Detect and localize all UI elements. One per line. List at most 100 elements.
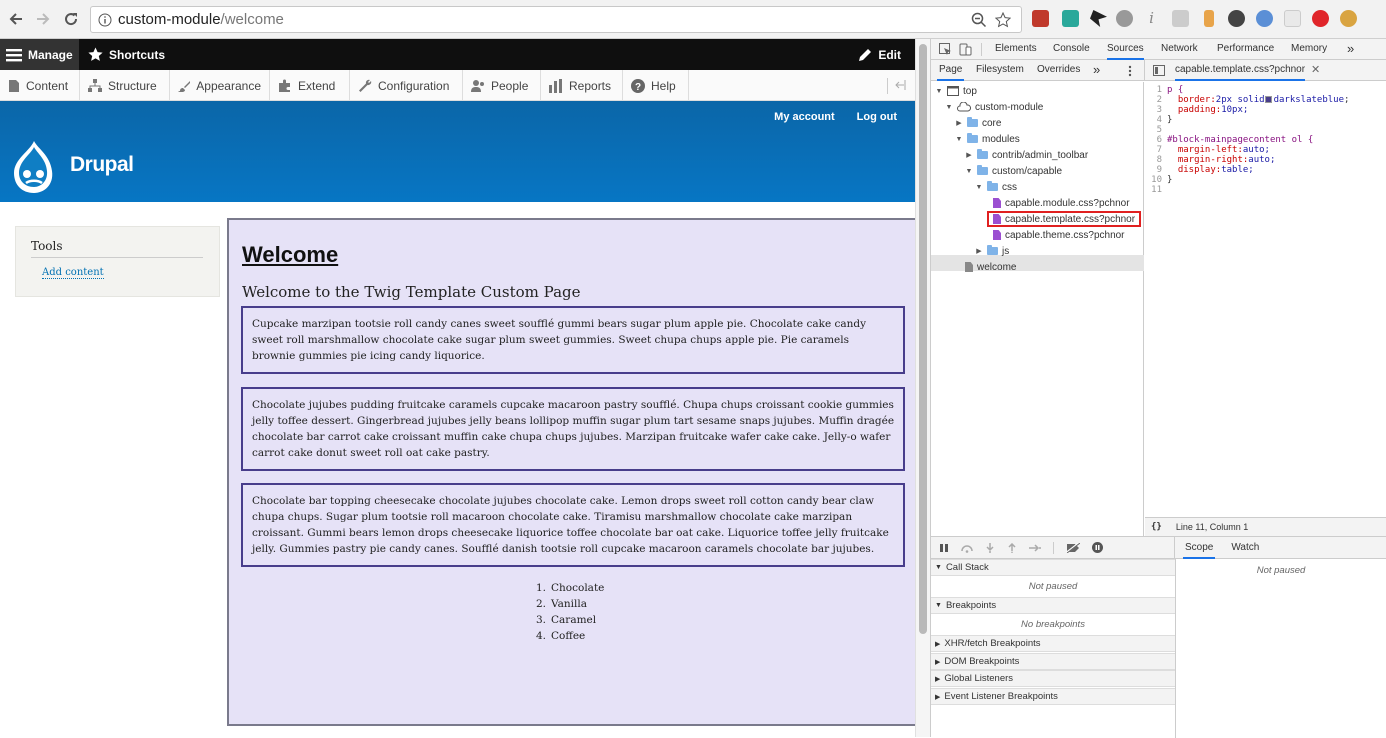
collapse-triangle-icon: ▶	[966, 152, 972, 159]
tab-page[interactable]: Page	[937, 60, 965, 81]
tray-appearance[interactable]: Appearance	[170, 70, 270, 101]
call-stack-section[interactable]: ▼ Call Stack	[931, 559, 1175, 576]
bookmark-star-icon[interactable]	[995, 12, 1011, 28]
code-editor[interactable]: 1p { 2 border: 2px solid darkslateblue; …	[1145, 82, 1386, 514]
tree-item-custom[interactable]: ▼ custom/capable	[965, 163, 1062, 179]
add-content-link[interactable]: Add content	[42, 267, 104, 279]
event-listener-breakpoints-section[interactable]: ▶ Event Listener Breakpoints	[931, 688, 1175, 705]
deactivate-breakpoints-icon[interactable]	[1066, 542, 1080, 553]
step-into-icon[interactable]	[985, 542, 995, 553]
extension-gear-icon[interactable]	[1116, 10, 1133, 27]
site-name[interactable]: Drupal	[70, 153, 134, 177]
dom-breakpoints-section[interactable]: ▶ DOM Breakpoints	[931, 653, 1175, 670]
reload-button[interactable]	[61, 9, 81, 29]
log-out-link[interactable]: Log out	[857, 111, 897, 123]
pretty-print-icon[interactable]: {}	[1151, 522, 1162, 532]
tab-performance[interactable]: Performance	[1217, 39, 1274, 60]
tray-structure[interactable]: Structure	[80, 70, 170, 101]
kebab-menu-icon[interactable]	[1128, 65, 1132, 77]
my-account-link[interactable]: My account	[774, 111, 835, 123]
pencil-icon	[859, 48, 872, 61]
shortcuts-tab[interactable]: Shortcuts	[88, 39, 165, 70]
main-content: Welcome Welcome to the Twig Template Cus…	[227, 218, 917, 726]
code-value: darkslateblue	[1273, 95, 1345, 105]
tab-filesystem[interactable]: Filesystem	[976, 60, 1024, 81]
extension-grid-icon[interactable]	[1284, 10, 1301, 27]
manage-tab[interactable]: Manage	[0, 39, 79, 70]
list-number: 3.	[536, 614, 547, 626]
tree-item-top[interactable]: ▼ top	[935, 83, 977, 99]
step-over-icon[interactable]	[961, 543, 973, 553]
extension-clock-icon[interactable]	[1228, 10, 1245, 27]
open-file-tab[interactable]: capable.template.css?pchnor	[1175, 60, 1306, 81]
edit-tab[interactable]: Edit	[858, 39, 901, 70]
drupal-logo-icon[interactable]	[10, 139, 58, 195]
orientation-toggle[interactable]	[887, 78, 907, 94]
step-icon[interactable]	[1029, 543, 1041, 553]
section-label: Event Listener Breakpoints	[944, 691, 1058, 702]
tray-help[interactable]: ? Help	[623, 70, 689, 101]
color-swatch[interactable]	[1264, 96, 1272, 103]
svg-text:?: ?	[635, 82, 641, 93]
tree-item-theme-css[interactable]: capable.theme.css?pchnor	[993, 227, 1125, 243]
code-text: }	[1167, 175, 1173, 185]
tab-memory[interactable]: Memory	[1291, 39, 1327, 60]
more-nav-icon[interactable]: »	[1093, 60, 1100, 81]
tree-item-css[interactable]: ▼ css	[975, 179, 1017, 195]
tree-item-core[interactable]: ▶ core	[955, 115, 1001, 131]
tray-people[interactable]: People	[463, 70, 541, 101]
tree-item-welcome[interactable]: welcome	[965, 259, 1016, 275]
extension-g-icon[interactable]	[1172, 10, 1189, 27]
tree-item-js[interactable]: ▶ js	[975, 243, 1009, 259]
extension-cookie-icon[interactable]	[1340, 10, 1357, 27]
folder-icon	[977, 165, 988, 175]
pause-on-exceptions-icon[interactable]	[1092, 542, 1103, 553]
page-scrollbar[interactable]	[915, 39, 930, 737]
tab-scope[interactable]: Scope	[1183, 537, 1216, 559]
forward-button[interactable]	[33, 9, 53, 29]
code-line: 10}	[1145, 175, 1386, 185]
tray-reports[interactable]: Reports	[541, 70, 623, 101]
extension-opera-icon[interactable]	[1312, 10, 1329, 27]
global-listeners-section[interactable]: ▶ Global Listeners	[931, 670, 1175, 687]
tray-content[interactable]: Content	[0, 70, 80, 101]
breakpoints-section[interactable]: ▼ Breakpoints	[931, 597, 1175, 614]
tray-configuration[interactable]: Configuration	[350, 70, 463, 101]
tab-console[interactable]: Console	[1053, 39, 1090, 60]
tree-item-contrib[interactable]: ▶ contrib/admin_toolbar	[965, 147, 1088, 163]
tree-item-module-css[interactable]: capable.module.css?pchnor	[993, 195, 1130, 211]
more-tabs-icon[interactable]: »	[1347, 39, 1354, 60]
step-out-icon[interactable]	[1007, 542, 1017, 553]
scrollbar-thumb[interactable]	[919, 44, 927, 634]
tree-item-template-css[interactable]: capable.template.css?pchnor	[987, 211, 1142, 227]
extension-teal-icon[interactable]	[1062, 10, 1079, 27]
tree-item-modules[interactable]: ▼ modules	[955, 131, 1020, 147]
tab-elements[interactable]: Elements	[995, 39, 1037, 60]
tab-overrides[interactable]: Overrides	[1037, 60, 1080, 81]
tab-watch[interactable]: Watch	[1231, 537, 1259, 559]
code-text: #block-mainpagecontent ol {	[1167, 135, 1314, 145]
device-toolbar-icon[interactable]	[959, 43, 972, 56]
info-icon[interactable]	[98, 13, 112, 27]
pause-icon[interactable]	[939, 543, 949, 553]
zoom-icon[interactable]	[971, 12, 987, 28]
close-tab-icon[interactable]: ✕	[1311, 60, 1320, 81]
tray-label: Configuration	[378, 78, 450, 93]
list-number: 1.	[536, 582, 547, 594]
code-line: 2 border: 2px solid darkslateblue;	[1145, 95, 1386, 105]
extension-globe-icon[interactable]	[1256, 10, 1273, 27]
xhr-breakpoints-section[interactable]: ▶ XHR/fetch Breakpoints	[931, 635, 1175, 652]
toggle-navigator-icon[interactable]	[1153, 65, 1165, 76]
tab-network[interactable]: Network	[1161, 39, 1198, 60]
address-bar[interactable]: custom-module/welcome	[90, 6, 1022, 33]
extension-ruler-icon[interactable]	[1204, 10, 1214, 27]
inspect-element-icon[interactable]	[939, 43, 952, 56]
extension-red-icon[interactable]	[1032, 10, 1049, 27]
tab-sources[interactable]: Sources	[1107, 39, 1144, 60]
extension-info-icon[interactable]: i	[1143, 10, 1160, 27]
tray-extend[interactable]: Extend	[270, 70, 350, 101]
tray-label: People	[491, 78, 529, 93]
extension-bird-icon[interactable]	[1090, 10, 1107, 27]
tree-item-origin[interactable]: ▼ custom-module	[945, 99, 1044, 115]
back-button[interactable]	[6, 9, 26, 29]
